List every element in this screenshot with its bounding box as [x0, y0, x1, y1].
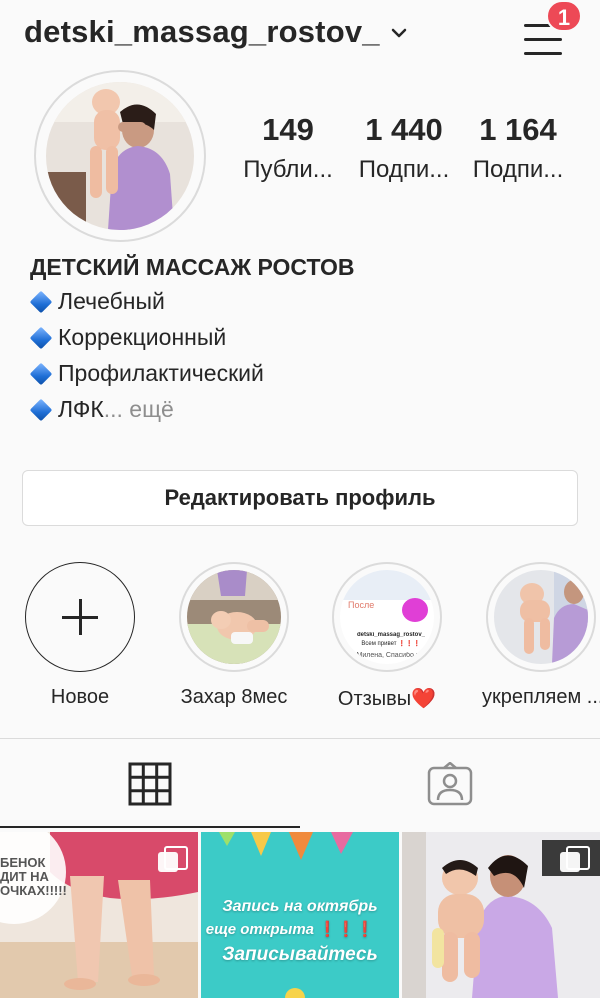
multiple-photos-icon — [158, 846, 188, 872]
post-overlay-text: Записывайтесь — [222, 944, 378, 965]
tabs-divider — [0, 738, 600, 739]
cover-account: detski_massag_rostov_ — [356, 632, 426, 638]
profile-name: ДЕТСКИЙ МАССАЖ РОСТОВ — [30, 254, 355, 280]
post-overlay-text: еще открыта ❗❗❗ — [201, 920, 389, 938]
stat-followers[interactable]: 1 440 Подпи... — [344, 112, 464, 184]
highlight-item[interactable]: После detski_massag_rostov_ Всем привет … — [328, 562, 446, 711]
tab-tagged[interactable] — [300, 740, 600, 828]
plus-icon — [62, 599, 98, 635]
stat-following[interactable]: 1 164 Подпи... — [458, 112, 578, 184]
highlight-ring — [179, 562, 289, 672]
avatar-photo — [46, 82, 194, 230]
bio-more-link[interactable]: ... ещё — [104, 396, 174, 423]
avatar — [46, 82, 194, 230]
blue-diamond-icon — [30, 291, 52, 313]
stat-posts[interactable]: 149 Публи... — [228, 112, 348, 184]
stat-label: Подпи... — [472, 156, 564, 183]
top-bar: detski_massag_rostov_ 1 — [0, 0, 600, 66]
bio-line: Профилактический — [30, 360, 264, 387]
chevron-down-icon[interactable] — [388, 22, 410, 44]
stat-value: 149 — [262, 112, 314, 147]
grid-icon — [128, 762, 172, 806]
bio-text: Профилактический — [58, 360, 264, 386]
tagged-person-icon — [427, 762, 473, 806]
tab-grid[interactable] — [0, 740, 300, 828]
menu-line — [524, 38, 562, 41]
stat-value: 1 440 — [365, 112, 443, 147]
stat-label: Публи... — [243, 156, 333, 183]
highlight-item[interactable]: Захар 8мес — [175, 562, 293, 709]
bio-text: Коррекционный — [58, 324, 227, 350]
post-overlay-text: еще открыта — [205, 921, 315, 938]
highlight-ring — [486, 562, 596, 672]
active-tab-indicator — [0, 826, 300, 828]
cover-after-label: После — [348, 600, 375, 610]
bio-line: Лечебный — [30, 288, 165, 315]
post-overlay-text: БЕНОК ДИТ НА ОЧКАХ!!!!! — [0, 855, 67, 898]
blue-diamond-icon — [30, 327, 52, 349]
cover-top-photo — [340, 570, 434, 600]
highlight-new[interactable]: Новое — [21, 562, 139, 709]
highlight-item[interactable]: укрепляем ... — [482, 562, 600, 709]
bio-line: Коррекционный — [30, 324, 226, 351]
bio-text: ЛФК — [58, 396, 104, 422]
highlight-label: Захар 8мес — [180, 686, 288, 708]
edit-profile-button[interactable]: Редактировать профиль — [22, 470, 578, 526]
username[interactable]: detski_massag_rostov_ — [24, 14, 380, 50]
highlight-cover — [494, 570, 588, 664]
notification-badge: 1 — [546, 0, 582, 32]
bio-line: ЛФК ... ещё — [30, 396, 174, 423]
blue-diamond-icon — [30, 363, 52, 385]
cover-text: Милена, Спасибо в... — [356, 652, 426, 659]
highlight-cover: После detski_massag_rostov_ Всем привет … — [340, 570, 434, 664]
multiple-photos-icon — [560, 846, 590, 872]
heart-sticker-icon — [402, 598, 428, 622]
stat-value: 1 164 — [479, 112, 557, 147]
highlight-label: Новое — [50, 686, 110, 708]
exclamation-icons: ❗❗❗ — [318, 921, 375, 938]
post-tile[interactable]: Запись на октябрь еще открыта ❗❗❗ Записы… — [201, 832, 399, 998]
bio-text: Лечебный — [58, 288, 165, 314]
blue-diamond-icon — [30, 399, 52, 421]
highlight-label: укрепляем ... — [482, 686, 600, 708]
stat-label: Подпи... — [358, 156, 450, 183]
highlight-ring: После detski_massag_rostov_ Всем привет … — [332, 562, 442, 672]
cover-greeting: Всем привет ❗❗❗ — [361, 641, 421, 647]
highlight-ring — [25, 562, 135, 672]
post-overlay-text: Запись на октябрь — [222, 898, 378, 915]
post-tile[interactable] — [402, 832, 600, 998]
menu-line — [524, 52, 562, 55]
profile-avatar-ring[interactable] — [34, 70, 206, 242]
highlight-label: Отзывы❤️ — [337, 688, 437, 710]
highlight-cover — [187, 570, 281, 664]
post-tile[interactable]: БЕНОК ДИТ НА ОЧКАХ!!!!! — [0, 832, 198, 998]
